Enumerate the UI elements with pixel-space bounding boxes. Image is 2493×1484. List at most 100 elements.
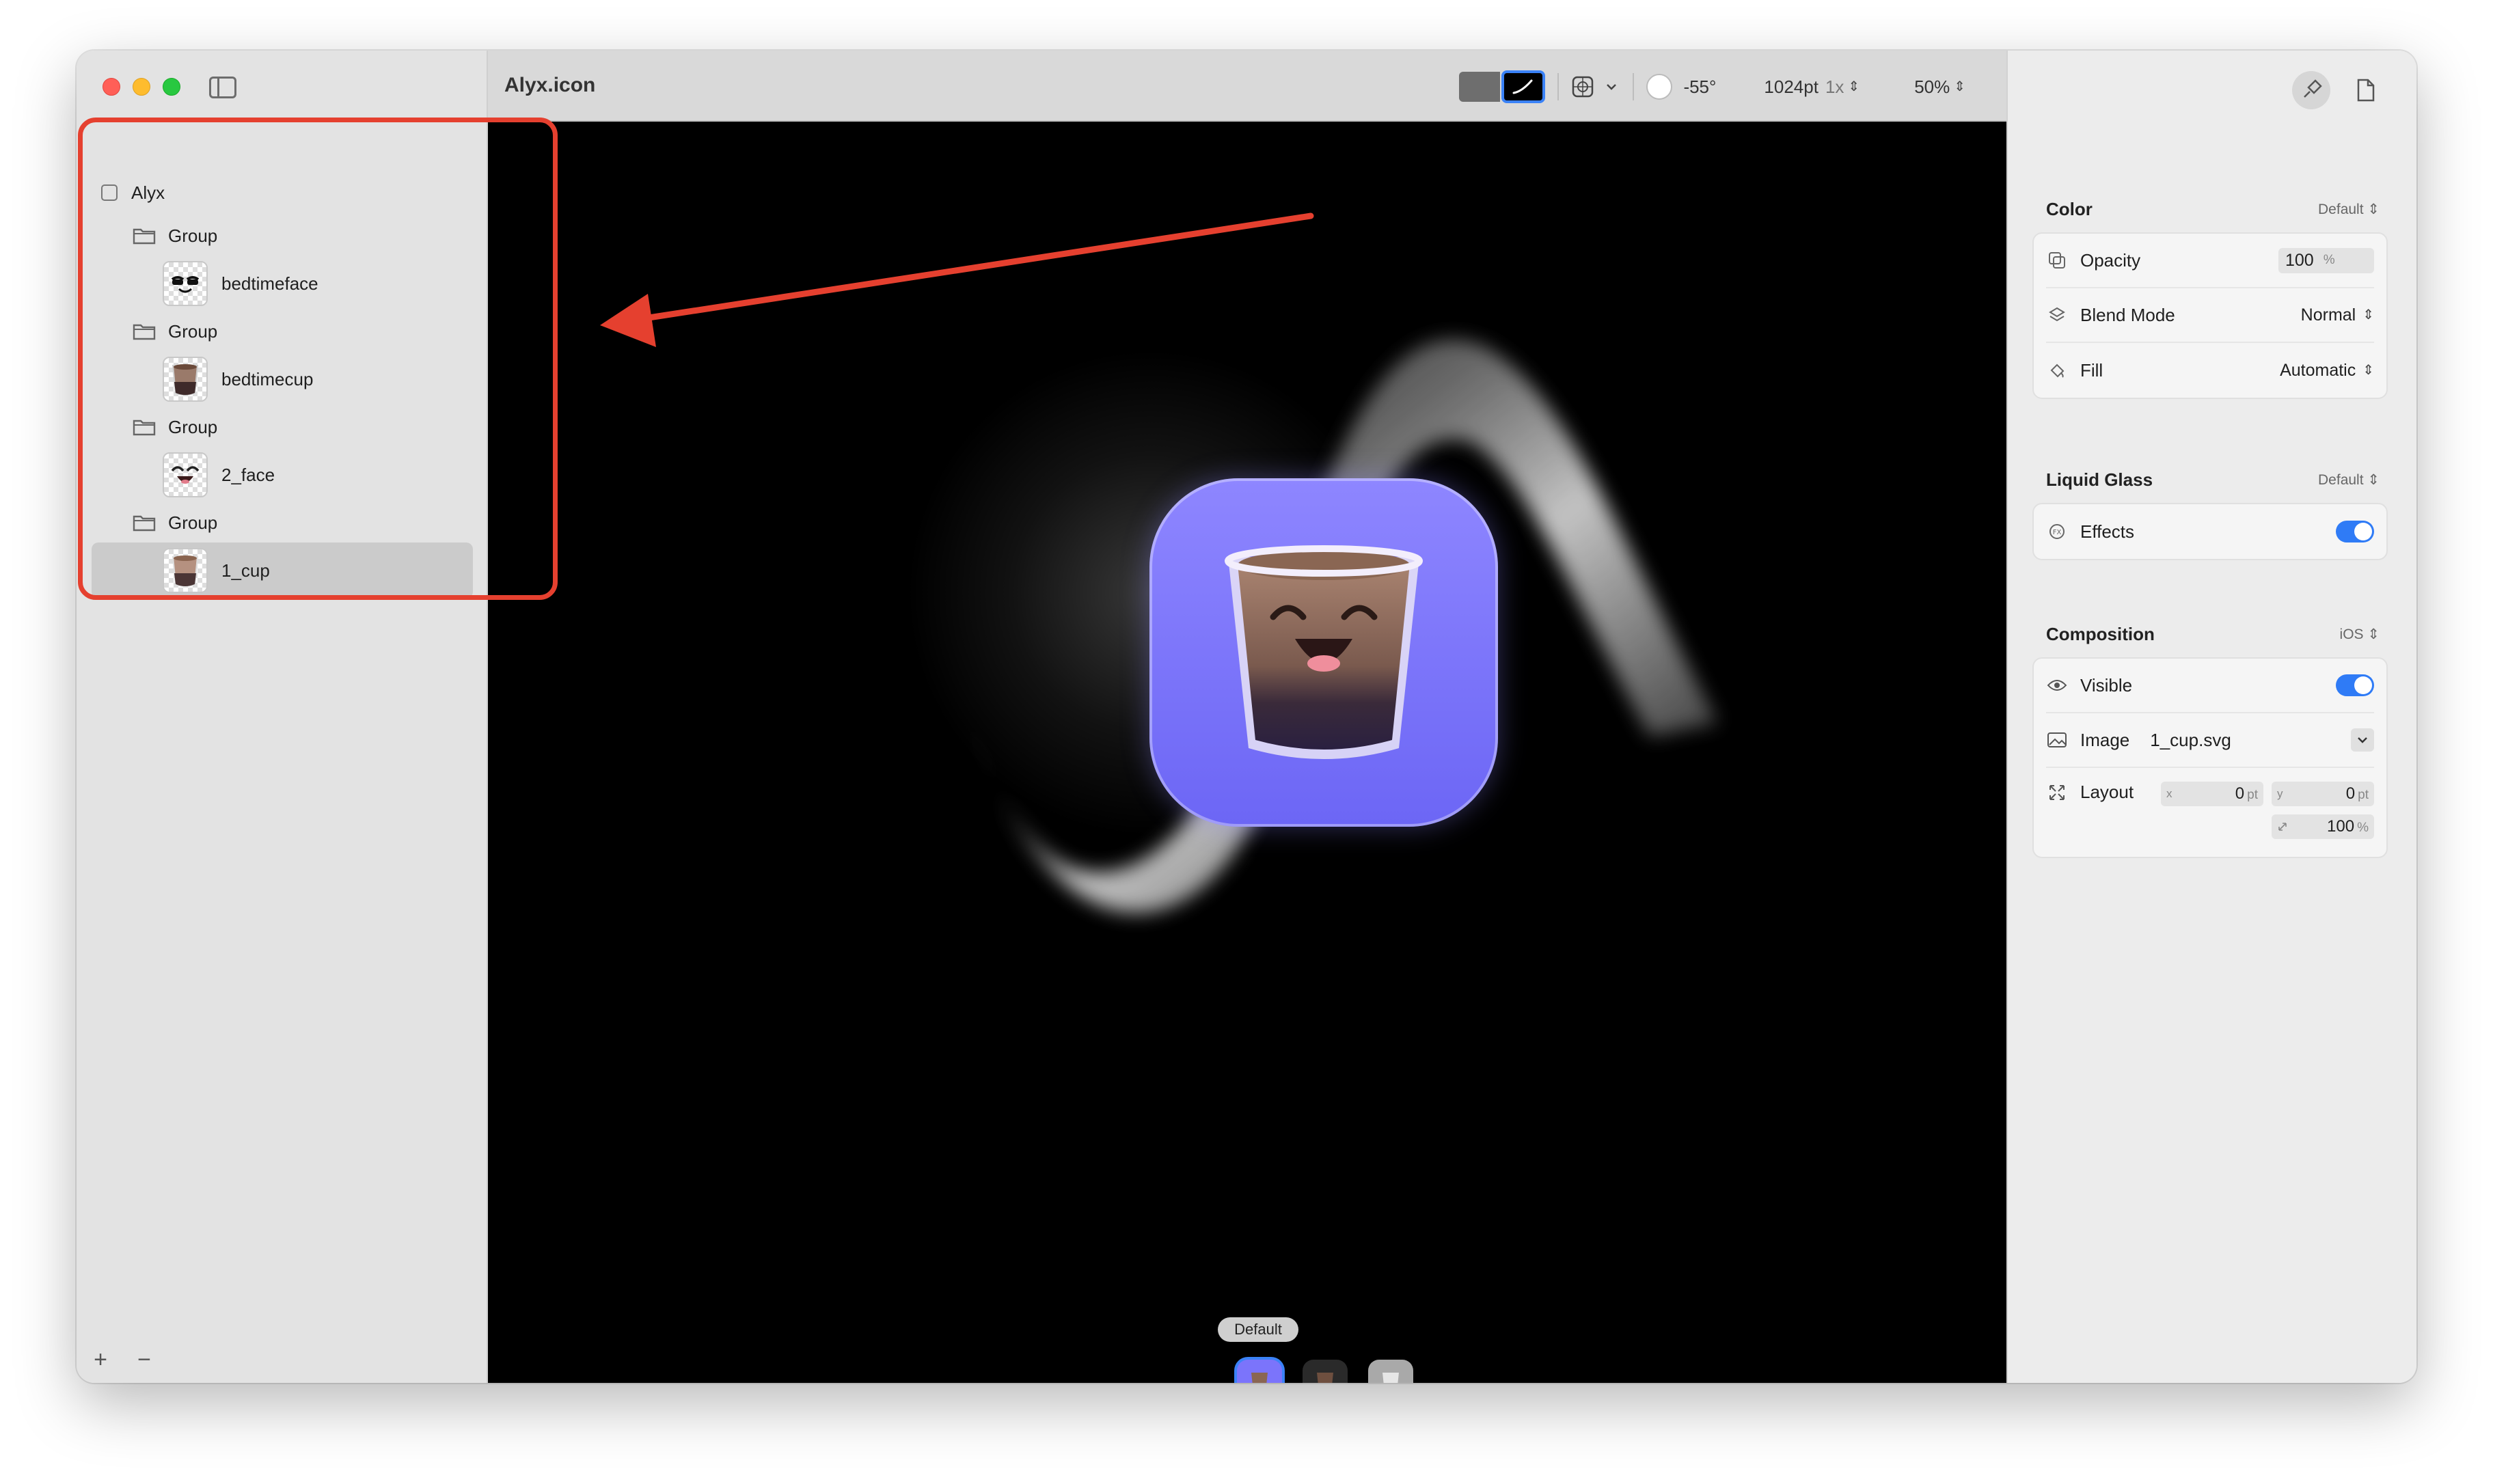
y-key: y bbox=[2277, 787, 2283, 800]
folder-icon bbox=[133, 515, 156, 532]
color-section: Color Default ⇕ Opacity 100% Blend Mode … bbox=[2032, 195, 2388, 399]
layer-item-label: bedtimecup bbox=[221, 368, 314, 389]
zoom-button[interactable] bbox=[163, 78, 180, 96]
color-mode-value: Default bbox=[2318, 201, 2364, 217]
folder-icon bbox=[133, 228, 156, 245]
chevron-down-icon bbox=[2358, 737, 2367, 743]
section-header: Liquid Glass Default ⇕ bbox=[2032, 466, 2388, 493]
light-background-button[interactable] bbox=[1459, 72, 1501, 102]
layer-thumbnail bbox=[163, 452, 208, 497]
liquid-glass-mode-select[interactable]: Default ⇕ bbox=[2318, 471, 2380, 489]
section-title: Liquid Glass bbox=[2046, 469, 2153, 490]
layer-thumbnail bbox=[163, 261, 208, 306]
layer-group-label: Group bbox=[168, 225, 218, 246]
layout-row: Layout x 0 pt y 0 pt 100% bbox=[2046, 768, 2374, 857]
size-stepper-icon[interactable]: ⇕ bbox=[1848, 80, 1859, 94]
canvas-pane: Alyx.icon -55° 1024pt 1x ⇕ 50% ⇕ Default bbox=[488, 51, 2006, 1383]
appearance-default-button[interactable] bbox=[1237, 1360, 1282, 1383]
light-angle-value[interactable]: -55° bbox=[1683, 77, 1716, 98]
dark-background-button[interactable] bbox=[1501, 70, 1546, 103]
face-thumb-icon bbox=[171, 276, 200, 293]
layers-icon bbox=[2046, 304, 2068, 326]
image-value: 1_cup.svg bbox=[2150, 729, 2231, 750]
add-layer-button[interactable]: + bbox=[89, 1347, 112, 1373]
folder-icon bbox=[133, 324, 156, 340]
close-button[interactable] bbox=[103, 78, 120, 96]
fill-row: Fill Automatic ⇕ bbox=[2046, 343, 2374, 398]
layer-item-label: 1_cup bbox=[221, 560, 270, 581]
section-title: Color bbox=[2046, 198, 2093, 219]
y-value: 0 bbox=[2345, 784, 2356, 803]
zoom-label[interactable]: 50% bbox=[1914, 77, 1950, 98]
liquid-glass-mode-value: Default bbox=[2318, 471, 2364, 488]
image-dropdown-button[interactable] bbox=[2351, 728, 2374, 752]
blend-mode-value: Normal bbox=[2300, 305, 2356, 325]
appearance-dark-button[interactable] bbox=[1303, 1360, 1348, 1383]
document-icon bbox=[2357, 79, 2375, 102]
zoom-stepper-icon[interactable]: ⇕ bbox=[1954, 80, 1965, 94]
tab-appearance[interactable] bbox=[2292, 71, 2330, 109]
tab-document[interactable] bbox=[2347, 71, 2385, 109]
color-mode-select[interactable]: Default ⇕ bbox=[2318, 201, 2380, 218]
root-checkbox-icon[interactable] bbox=[101, 184, 118, 201]
visible-label: Visible bbox=[2080, 674, 2133, 696]
color-card: Opacity 100% Blend Mode Normal ⇕ Fill Au… bbox=[2032, 232, 2388, 399]
appearance-tinted-button[interactable] bbox=[1368, 1360, 1413, 1383]
toolbar: Alyx.icon -55° 1024pt 1x ⇕ 50% ⇕ bbox=[488, 51, 2006, 122]
inspector-panel: Color Default ⇕ Opacity 100% Blend Mode … bbox=[2006, 51, 2416, 1383]
icon-canvas[interactable]: Default bbox=[488, 122, 2006, 1383]
liquid-glass-card: FX Effects bbox=[2032, 503, 2388, 560]
blend-mode-row: Blend Mode Normal ⇕ bbox=[2046, 288, 2374, 343]
effects-row: FX Effects bbox=[2046, 504, 2374, 559]
chevron-down-icon[interactable] bbox=[1603, 80, 1620, 94]
layer-group-label: Group bbox=[168, 320, 218, 342]
opacity-row: Opacity 100% bbox=[2046, 234, 2374, 288]
section-title: Composition bbox=[2046, 623, 2155, 644]
layer-item-label: bedtimeface bbox=[221, 273, 318, 294]
effects-label: Effects bbox=[2080, 521, 2135, 542]
window-controls bbox=[103, 78, 180, 96]
fill-label: Fill bbox=[2080, 359, 2103, 381]
cup-icon bbox=[1382, 1373, 1399, 1383]
opacity-field[interactable]: 100% bbox=[2278, 247, 2374, 273]
layout-x-field[interactable]: x 0 pt bbox=[2161, 782, 2263, 806]
image-label: Image bbox=[2080, 729, 2130, 750]
image-icon bbox=[2046, 729, 2068, 751]
blend-mode-select[interactable]: Normal ⇕ bbox=[2301, 305, 2374, 325]
brush-stroke-icon bbox=[1512, 79, 1533, 94]
layer-thumbnail bbox=[163, 357, 208, 402]
fill-value: Automatic bbox=[2280, 360, 2356, 380]
x-value: 0 bbox=[2235, 784, 2245, 803]
grid-overlay-icon[interactable] bbox=[1571, 75, 1594, 98]
smile-face-thumb-icon bbox=[171, 466, 200, 484]
blend-mode-label: Blend Mode bbox=[2080, 304, 2175, 325]
layer-root-label: Alyx bbox=[131, 182, 165, 203]
layout-scale-field[interactable]: 100% bbox=[2272, 814, 2374, 839]
composition-platform-select[interactable]: iOS ⇕ bbox=[2340, 626, 2380, 643]
fill-select[interactable]: Automatic ⇕ bbox=[2280, 361, 2374, 381]
scale-label[interactable]: 1x bbox=[1825, 77, 1844, 98]
layout-label: Layout bbox=[2080, 782, 2134, 802]
size-label[interactable]: 1024pt bbox=[1764, 77, 1818, 98]
effects-toggle[interactable] bbox=[2336, 521, 2374, 542]
section-header: Composition iOS ⇕ bbox=[2032, 620, 2388, 648]
layer-group-label: Group bbox=[168, 416, 218, 437]
toolbar-controls: -55° 1024pt 1x ⇕ 50% ⇕ bbox=[1459, 70, 1965, 104]
light-direction-dial-icon[interactable] bbox=[1646, 74, 1673, 100]
cup-icon bbox=[1251, 1373, 1268, 1383]
sidebar-toggle-icon[interactable] bbox=[209, 77, 236, 98]
minimize-button[interactable] bbox=[133, 78, 150, 96]
brush-icon bbox=[2304, 79, 2322, 98]
appearance-label: Default bbox=[1218, 1317, 1298, 1342]
eye-icon bbox=[2046, 674, 2068, 696]
layout-y-field[interactable]: y 0 pt bbox=[2272, 782, 2374, 806]
x-key: x bbox=[2166, 787, 2172, 800]
inspector-tabs bbox=[2292, 71, 2385, 109]
cup-thumb-icon bbox=[172, 555, 199, 587]
layout-fields: x 0 pt y 0 pt 100% bbox=[2161, 782, 2374, 839]
coffee-cup-character-icon bbox=[1225, 545, 1423, 759]
image-row: Image 1_cup.svg bbox=[2046, 713, 2374, 768]
visible-toggle[interactable] bbox=[2336, 674, 2374, 696]
opacity-value: 100 bbox=[2285, 250, 2314, 270]
remove-layer-button[interactable]: − bbox=[133, 1347, 156, 1373]
